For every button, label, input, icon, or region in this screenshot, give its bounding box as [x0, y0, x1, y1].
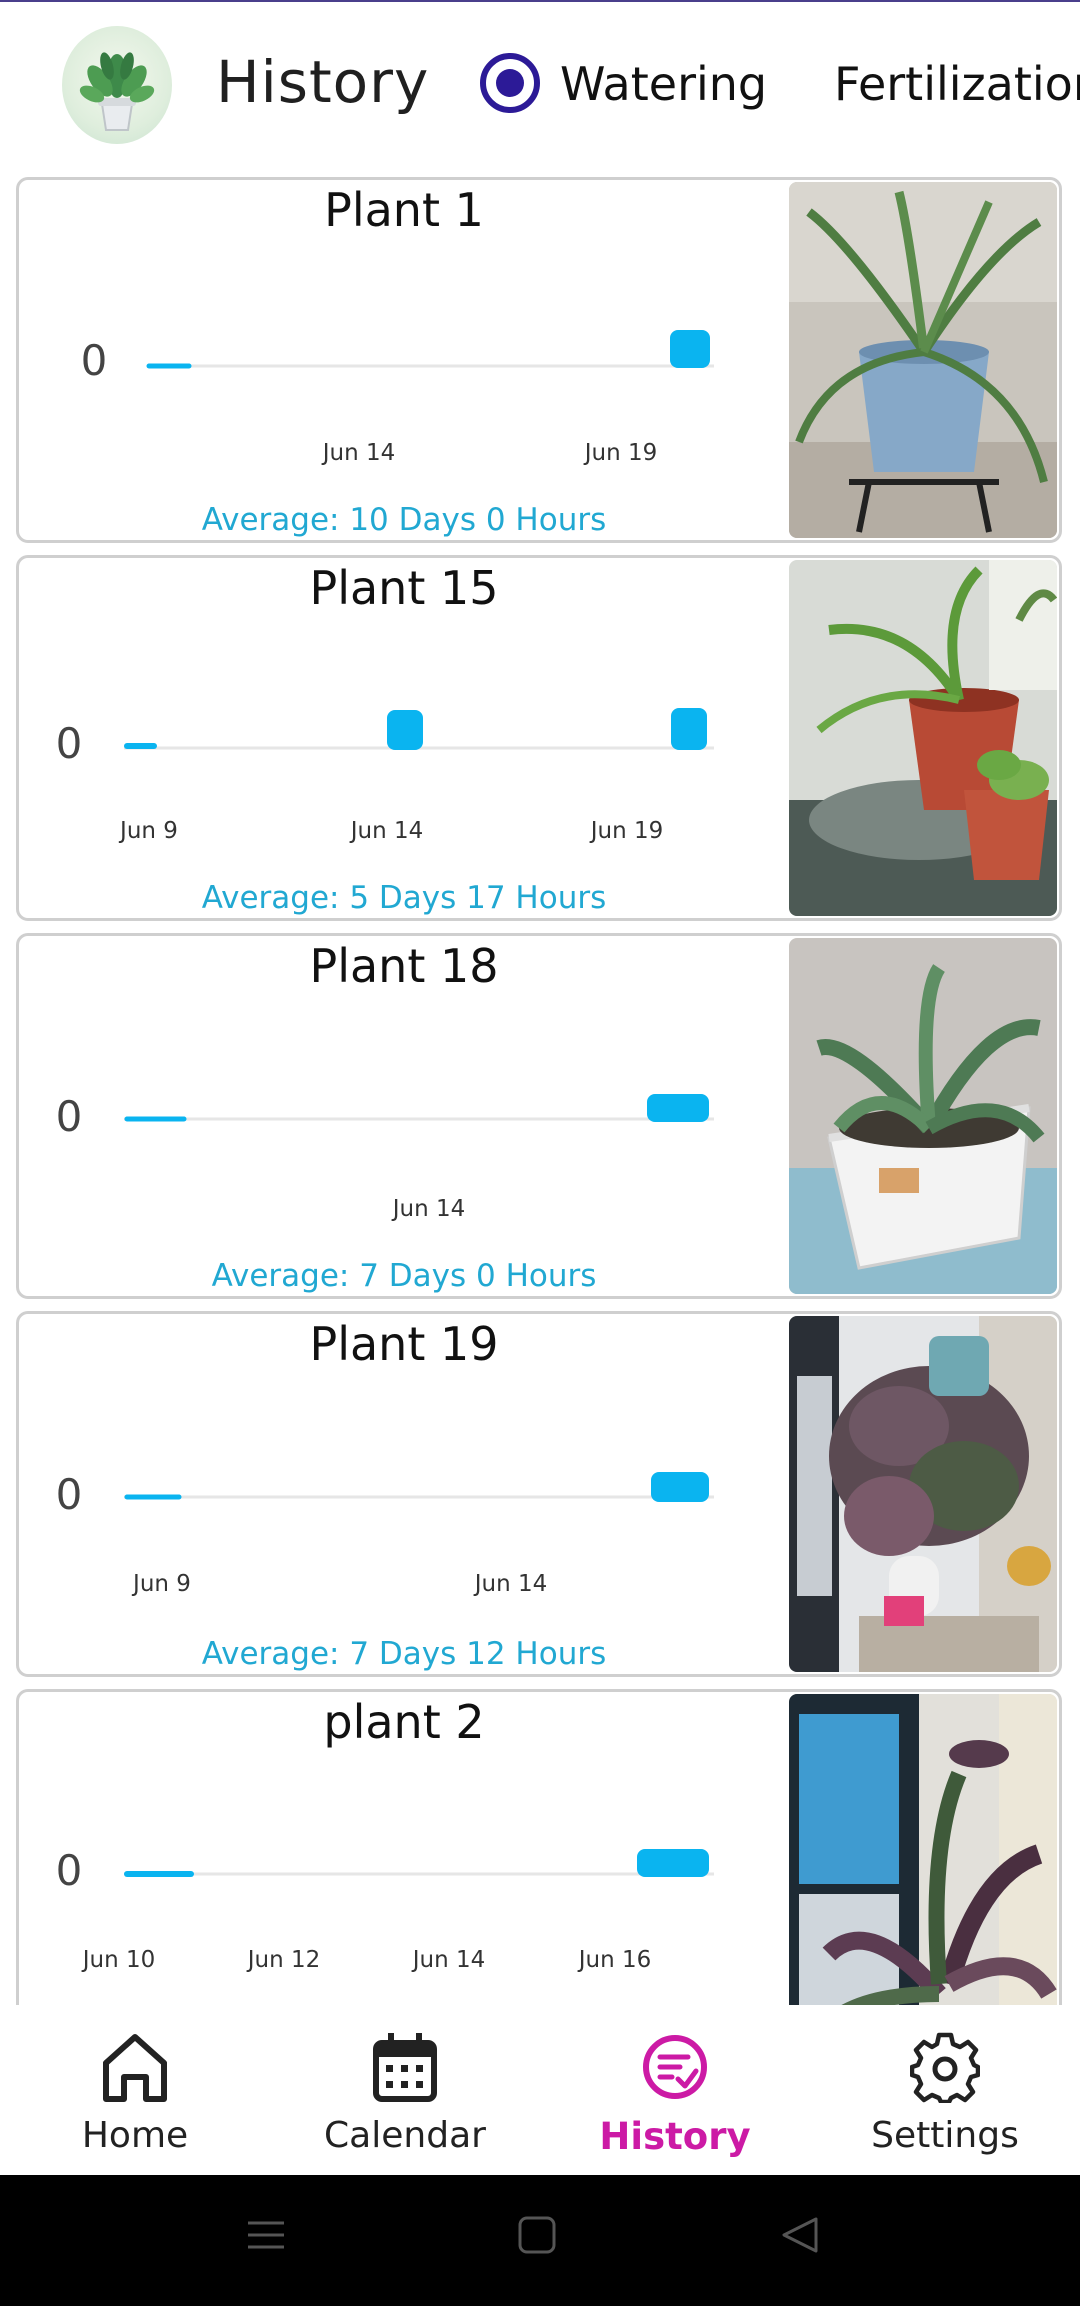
- plant-card[interactable]: Plant 18 0 Jun 14 Average: 7 Days 0 Hour…: [16, 933, 1062, 1299]
- nav-calendar[interactable]: Calendar: [270, 2005, 540, 2175]
- x-tick-label: Jun 10: [81, 1947, 156, 1973]
- plant-history-list[interactable]: Plant 1 0 Jun 14 Jun 19 Average: 10 Days…: [0, 175, 1080, 2005]
- fertilization-option[interactable]: Fertilization: [834, 57, 1080, 111]
- average-interval: Average: 10 Days 0 Hours: [201, 502, 607, 538]
- nav-settings[interactable]: Settings: [810, 2005, 1080, 2175]
- average-interval: Average: 5 Days 17 Hours: [201, 880, 607, 916]
- home-icon: [103, 2034, 167, 2102]
- page-title: History: [216, 48, 430, 116]
- watering-chart: 0 Jun 9 Jun 14: [56, 1470, 714, 1597]
- plant-photo: [789, 1316, 1057, 1672]
- x-tick-label: Jun 9: [131, 1571, 191, 1597]
- nav-calendar-label: Calendar: [324, 2115, 486, 2156]
- chart-bar: [387, 710, 423, 750]
- plant-card[interactable]: plant 2 0 Jun 10 Jun 12 Jun 14 Jun 16: [16, 1689, 1062, 2005]
- x-tick-label: Jun 14: [391, 1196, 466, 1222]
- nav-history[interactable]: History: [540, 2005, 810, 2175]
- plant-card[interactable]: Plant 19 0 Jun 9 Jun 14 Average: 7 Days …: [16, 1311, 1062, 1677]
- x-tick-label: Jun 9: [118, 818, 178, 844]
- watering-chart: 0 Jun 10 Jun 12 Jun 14 Jun 16: [56, 1846, 714, 1973]
- nav-settings-label: Settings: [871, 2115, 1019, 2156]
- plant-photo: [789, 560, 1057, 916]
- radio-selected-dot: [496, 69, 524, 97]
- watering-chart: 0 Jun 14 Jun 19: [81, 330, 714, 466]
- home-square-icon[interactable]: [517, 2215, 557, 2255]
- chart-bar: [651, 1472, 709, 1502]
- plant-photo: [789, 938, 1057, 1294]
- history-icon: [643, 2035, 707, 2099]
- nav-home-label: Home: [81, 2115, 189, 2156]
- y-tick-label: 0: [56, 1092, 83, 1141]
- nav-history-label: History: [599, 2115, 751, 2158]
- back-triangle-icon[interactable]: [780, 2215, 820, 2255]
- x-tick-label: Jun 14: [473, 1571, 548, 1597]
- nav-home[interactable]: Home: [0, 2005, 270, 2175]
- watering-radio[interactable]: [480, 53, 540, 113]
- x-tick-label: Jun 19: [589, 818, 664, 844]
- y-tick-label: 0: [56, 1470, 83, 1519]
- app-logo: [62, 26, 172, 144]
- system-navigation-bar: [0, 2175, 1080, 2306]
- y-tick-label: 0: [81, 336, 108, 385]
- y-tick-label: 0: [56, 1846, 83, 1895]
- plant-card[interactable]: Plant 1 0 Jun 14 Jun 19 Average: 10 Days…: [16, 177, 1062, 543]
- x-tick-label: Jun 14: [411, 1947, 486, 1973]
- plant-card[interactable]: Plant 15 0 Jun 9 Jun 14 Jun 19 Average: …: [16, 555, 1062, 921]
- watering-option-label[interactable]: Watering: [560, 57, 767, 111]
- plant-photo: [789, 182, 1057, 538]
- header: History Watering Fertilization: [0, 0, 1080, 170]
- watering-chart: 0 Jun 14: [56, 1092, 714, 1222]
- x-tick-label: Jun 19: [583, 440, 658, 466]
- recents-icon[interactable]: [246, 2215, 286, 2255]
- chart-bar: [637, 1849, 709, 1877]
- chart-bar: [671, 708, 707, 750]
- x-tick-label: Jun 14: [321, 440, 396, 466]
- average-interval: Average: 7 Days 12 Hours: [201, 1636, 607, 1672]
- chart-bar: [647, 1094, 709, 1122]
- x-tick-label: Jun 12: [246, 1947, 321, 1973]
- x-tick-label: Jun 14: [349, 818, 424, 844]
- watering-chart: 0 Jun 9 Jun 14 Jun 19: [56, 708, 714, 844]
- bottom-navigation: Home Calendar History Settings: [0, 2005, 1080, 2175]
- gear-icon: [910, 2032, 980, 2103]
- average-interval: Average: 7 Days 0 Hours: [211, 1258, 597, 1294]
- chart-bar: [670, 330, 710, 368]
- calendar-icon: [373, 2033, 437, 2102]
- x-tick-label: Jun 16: [577, 1947, 652, 1973]
- plant-photo: [789, 1694, 1057, 2005]
- y-tick-label: 0: [56, 719, 83, 768]
